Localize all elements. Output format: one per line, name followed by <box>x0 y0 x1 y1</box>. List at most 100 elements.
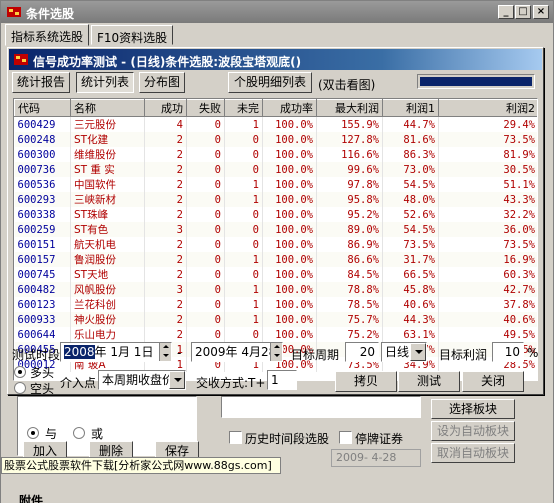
cell-fail: 0 <box>186 282 225 297</box>
cell-profit-2: 37.8% <box>438 297 537 312</box>
cell-fail: 0 <box>186 327 225 342</box>
cell-code: 600123 <box>14 297 71 312</box>
cell-name: ST珠峰 <box>70 207 145 222</box>
cell-profit-2: 42.7% <box>438 282 537 297</box>
table-row[interactable]: 600293 三峡新材 2 0 1 100.0% 95.8% 48.0% 43.3% <box>14 192 537 207</box>
stock-detail-list-button[interactable]: 个股明细列表 <box>228 72 312 93</box>
cell-profit-1: 73.0% <box>382 162 439 177</box>
tab-f10-data[interactable]: F10资料选股 <box>91 25 174 45</box>
target-period-input[interactable]: 20 <box>345 342 379 362</box>
cell-fail: 0 <box>186 116 225 132</box>
distribution-chart-button[interactable]: 分布图 <box>139 72 185 93</box>
table-row[interactable]: 600338 ST珠峰 2 0 0 100.0% 95.2% 52.6% 32.2% <box>14 207 537 222</box>
cell-success-rate: 100.0% <box>262 282 317 297</box>
result-table[interactable]: 代码 名称 成功 失败 未完 成功率 最大利润 利润1 利润2 600429 三元… <box>13 98 538 381</box>
stats-report-button[interactable]: 统计报告 <box>12 72 70 93</box>
cell-profit-2: 43.3% <box>438 192 537 207</box>
suspended-checkbox[interactable] <box>339 431 352 444</box>
target-profit-input[interactable]: 10 <box>492 342 524 362</box>
table-header-row: 代码 名称 成功 失败 未完 成功率 最大利润 利润1 利润2 <box>14 99 537 117</box>
cell-success: 2 <box>144 297 187 312</box>
table-row[interactable]: 600248 ST化建 2 0 0 100.0% 127.8% 81.6% 73.5% <box>14 132 537 147</box>
tab-indicator-system[interactable]: 指标系统选股 <box>5 24 90 46</box>
cell-code: 600933 <box>14 312 71 327</box>
table-row[interactable]: 600536 中国软件 2 0 1 100.0% 97.8% 54.5% 51.1% <box>14 177 537 192</box>
table-row[interactable]: 600933 神火股份 2 0 1 100.0% 75.7% 44.3% 40.6% <box>14 312 537 327</box>
set-auto-board-button: 设为自动板块 <box>431 421 515 441</box>
start-date-field[interactable]: 2008年 1月 1日 <box>60 342 172 362</box>
cell-fail: 0 <box>186 237 225 252</box>
col-header-unfinished[interactable]: 未完 <box>224 99 263 117</box>
cell-name: ST 重 实 <box>70 162 145 177</box>
table-row[interactable]: 000736 ST 重 实 2 0 0 100.0% 99.6% 73.0% 30.5% <box>14 162 537 177</box>
cell-max-profit: 97.8% <box>316 177 383 192</box>
table-row[interactable]: 600157 鲁润股份 2 0 1 100.0% 86.6% 31.7% 16.9% <box>14 252 537 267</box>
test-period-label: 测试时段 <box>12 348 61 362</box>
table-row[interactable]: 600300 维维股份 2 0 0 100.0% 116.6% 86.3% 81.9% <box>14 147 537 162</box>
select-board-button[interactable]: 选择板块 <box>431 399 515 419</box>
col-header-max-profit[interactable]: 最大利润 <box>316 99 383 117</box>
double-click-hint: (双击看图) <box>318 78 376 92</box>
cell-profit-1: 54.5% <box>382 222 439 237</box>
cell-unfinished: 0 <box>224 132 263 147</box>
col-header-name[interactable]: 名称 <box>70 99 145 117</box>
cell-code: 600259 <box>14 222 71 237</box>
logic-or-radio[interactable] <box>73 427 85 439</box>
cell-success: 2 <box>144 312 187 327</box>
cell-fail: 0 <box>186 297 225 312</box>
maximize-icon[interactable]: □ <box>515 5 531 19</box>
cell-fail: 0 <box>186 222 225 237</box>
trade-mode-input[interactable]: 1 <box>267 370 297 390</box>
cell-profit-2: 36.0% <box>438 222 537 237</box>
col-header-success-rate[interactable]: 成功率 <box>262 99 317 117</box>
table-row[interactable]: 600123 兰花科创 2 0 1 100.0% 78.5% 40.6% 37.8% <box>14 297 537 312</box>
cell-unfinished: 1 <box>224 116 263 132</box>
copy-button[interactable]: 拷贝 <box>335 371 397 392</box>
cell-name: 三峡新材 <box>70 192 145 207</box>
table-row[interactable]: 600482 风帆股份 3 0 1 100.0% 78.8% 45.8% 42.7% <box>14 282 537 297</box>
cell-profit-1: 45.8% <box>382 282 439 297</box>
test-button[interactable]: 测试 <box>398 371 460 392</box>
table-row[interactable]: 600259 ST有色 3 0 0 100.0% 89.0% 54.5% 36.0% <box>14 222 537 237</box>
table-row[interactable]: 600644 乐山电力 2 0 0 100.0% 75.2% 63.1% 49.5% <box>14 327 537 342</box>
close-button[interactable]: 关闭 <box>462 371 524 392</box>
cell-profit-2: 73.5% <box>438 132 537 147</box>
cell-profit-1: 86.3% <box>382 147 439 162</box>
history-period-checkbox[interactable] <box>229 431 242 444</box>
cell-name: ST天地 <box>70 267 145 282</box>
short-radio[interactable] <box>14 382 26 394</box>
cell-name: ST有色 <box>70 222 145 237</box>
target-period-label: 目标周期 <box>291 348 340 362</box>
table-row[interactable]: 600151 航天机电 2 0 0 100.0% 86.9% 73.5% 73.5% <box>14 237 537 252</box>
col-header-fail[interactable]: 失败 <box>186 99 225 117</box>
cell-name: 维维股份 <box>70 147 145 162</box>
logic-and-radio[interactable] <box>27 427 39 439</box>
cell-profit-1: 44.3% <box>382 312 439 327</box>
table-row[interactable]: 600429 三元股份 4 0 1 100.0% 155.9% 44.7% 29.4% <box>14 116 537 132</box>
period-unit-dropdown-icon[interactable] <box>410 343 426 361</box>
cell-success: 2 <box>144 327 187 342</box>
close-icon[interactable]: × <box>533 5 549 19</box>
progress-fill <box>420 77 532 86</box>
cell-success-rate: 100.0% <box>262 222 317 237</box>
col-header-profit-2[interactable]: 利润2 <box>438 99 537 117</box>
col-header-success[interactable]: 成功 <box>144 99 187 117</box>
cell-unfinished: 0 <box>224 147 263 162</box>
cell-name: 兰花科创 <box>70 297 145 312</box>
cell-fail: 0 <box>186 252 225 267</box>
end-date-spinner-icon[interactable] <box>270 343 282 361</box>
logic-and-label: 与 <box>45 427 58 441</box>
col-header-code[interactable]: 代码 <box>14 99 71 117</box>
cell-success-rate: 100.0% <box>262 297 317 312</box>
col-header-profit-1[interactable]: 利润1 <box>382 99 439 117</box>
minimize-icon[interactable]: _ <box>498 5 514 19</box>
cell-unfinished: 0 <box>224 237 263 252</box>
start-date-spinner-icon[interactable] <box>159 343 171 361</box>
table-row[interactable]: 000745 ST天地 2 0 0 100.0% 84.5% 66.5% 60.3% <box>14 267 537 282</box>
entry-point-dropdown-icon[interactable] <box>169 371 185 389</box>
stats-list-button[interactable]: 统计列表 <box>76 72 134 93</box>
long-radio[interactable] <box>14 366 26 378</box>
cell-fail: 0 <box>186 267 225 282</box>
cell-profit-1: 48.0% <box>382 192 439 207</box>
cell-name: 神火股份 <box>70 312 145 327</box>
